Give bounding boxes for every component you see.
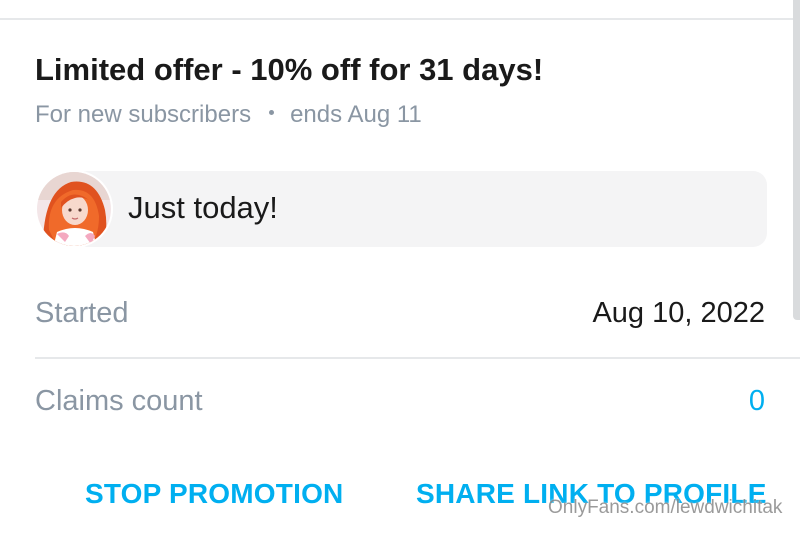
promotion-subtitle: For new subscribers ends Aug 11 [35,101,422,129]
watermark: OnlyFans.com/lewdwichitak [548,497,783,518]
promotion-message: Just today! [35,170,767,248]
audience-text: For new subscribers [35,101,252,128]
message-text: Just today! [128,190,278,225]
stop-promotion-button[interactable]: STOP PROMOTION [85,478,343,510]
started-value: Aug 10, 2022 [592,297,765,329]
avatar[interactable] [35,170,113,248]
ends-text: ends Aug 11 [290,101,422,128]
scrollbar[interactable] [793,0,800,320]
top-divider [0,18,800,20]
promotion-title: Limited offer - 10% off for 31 days! [35,52,544,87]
claims-label: Claims count [35,385,203,417]
row-divider [35,357,800,359]
started-row: Started Aug 10, 2022 [35,297,765,337]
claims-count-link[interactable]: 0 [749,385,765,418]
promotion-details-screen: Limited offer - 10% off for 31 days! For… [0,0,800,539]
claims-row: Claims count 0 [35,385,765,425]
started-label: Started [35,297,129,329]
separator-dot-icon [269,110,275,116]
avatar-photo-icon [35,170,113,248]
